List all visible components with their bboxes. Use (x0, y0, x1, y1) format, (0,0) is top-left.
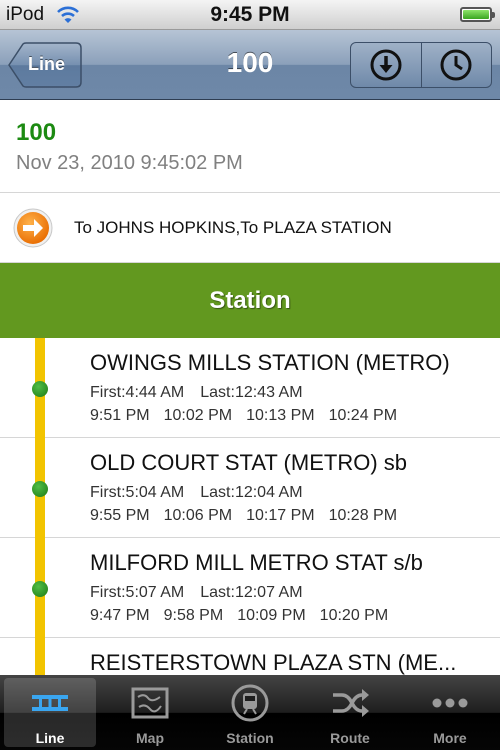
schedule-button[interactable] (420, 43, 492, 87)
stop-marker-icon (32, 581, 48, 597)
stop-marker-icon (32, 381, 48, 397)
list-item[interactable]: OWINGS MILLS STATION (METRO) First:4:44 … (0, 338, 500, 438)
section-header: Station (0, 263, 500, 338)
first-last-times: First:4:44 AM Last:12:43 AM (90, 384, 303, 402)
tab-label: Route (330, 730, 370, 746)
status-bar: iPod 9:45 PM (0, 0, 500, 30)
route-line (35, 638, 45, 675)
departure-time: 10:09 PM (237, 607, 306, 624)
route-timestamp: Nov 23, 2010 9:45:02 PM (16, 152, 243, 174)
route-icon (333, 689, 369, 717)
last-time: Last:12:04 AM (200, 484, 303, 501)
list-item[interactable]: REISTERSTOWN PLAZA STN (ME... (0, 638, 500, 675)
stop-marker-icon (32, 481, 48, 497)
more-icon (432, 698, 468, 708)
station-name: OLD COURT STAT (METRO) sb (90, 450, 407, 475)
clock-icon (440, 49, 472, 81)
tab-more[interactable]: More (400, 675, 500, 750)
map-icon (131, 687, 169, 719)
departure-time: 10:17 PM (246, 507, 315, 524)
direction-text: To JOHNS HOPKINS,To PLAZA STATION (74, 218, 392, 237)
station-name: REISTERSTOWN PLAZA STN (ME... (90, 650, 457, 675)
upcoming-times: 9:47 PM 9:58 PM 10:09 PM 10:20 PM (90, 607, 402, 625)
tab-label: Map (136, 730, 164, 746)
station-name: MILFORD MILL METRO STAT s/b (90, 550, 423, 575)
tab-label: More (433, 730, 467, 746)
first-time: First:4:44 AM (90, 384, 185, 401)
departure-time: 9:55 PM (90, 507, 150, 524)
departure-time: 10:13 PM (246, 407, 315, 424)
list-item[interactable]: OLD COURT STAT (METRO) sb First:5:04 AM L… (0, 438, 500, 538)
station-icon (231, 684, 269, 722)
section-title: Station (209, 286, 291, 314)
tab-label: Station (226, 730, 274, 746)
tab-route[interactable]: Route (300, 675, 400, 750)
tab-station[interactable]: Station (200, 675, 300, 750)
navigation-bar: Line 100 (0, 30, 500, 100)
tab-map[interactable]: Map (100, 675, 200, 750)
line-icon (32, 695, 68, 711)
back-button-label: Line (28, 54, 66, 74)
battery-icon (460, 7, 495, 22)
route-number: 100 (16, 119, 57, 146)
upcoming-times: 9:51 PM 10:02 PM 10:13 PM 10:24 PM (90, 407, 411, 425)
download-button[interactable] (351, 43, 421, 87)
upcoming-times: 9:55 PM 10:06 PM 10:17 PM 10:28 PM (90, 507, 411, 525)
back-button[interactable]: Line (8, 42, 82, 88)
departure-time: 10:24 PM (328, 407, 398, 424)
route-info: 100 Nov 23, 2010 9:45:02 PM (0, 100, 500, 193)
last-time: Last:12:43 AM (200, 384, 303, 401)
departure-time: 10:20 PM (319, 607, 389, 624)
list-item[interactable]: MILFORD MILL METRO STAT s/b First:5:07 A… (0, 538, 500, 638)
direction-row[interactable]: To JOHNS HOPKINS,To PLAZA STATION (0, 193, 500, 263)
nav-segmented-control (350, 42, 492, 88)
arrow-right-icon (13, 208, 53, 248)
station-list[interactable]: OWINGS MILLS STATION (METRO) First:4:44 … (0, 338, 500, 675)
download-icon (370, 49, 402, 81)
tab-bar: Line Map Station Route More (0, 675, 500, 750)
departure-time: 10:28 PM (328, 507, 398, 524)
station-name: OWINGS MILLS STATION (METRO) (90, 350, 450, 375)
departure-time: 9:58 PM (163, 607, 224, 624)
tab-label: Line (35, 730, 65, 746)
departure-time: 10:02 PM (163, 407, 233, 424)
tab-line[interactable]: Line (0, 675, 100, 750)
first-time: First:5:07 AM (90, 584, 185, 601)
departure-time: 9:51 PM (90, 407, 150, 424)
last-time: Last:12:07 AM (200, 584, 303, 601)
first-last-times: First:5:04 AM Last:12:04 AM (90, 484, 303, 502)
departure-time: 9:47 PM (90, 607, 150, 624)
first-last-times: First:5:07 AM Last:12:07 AM (90, 584, 303, 602)
departure-time: 10:06 PM (163, 507, 233, 524)
clock: 9:45 PM (210, 3, 290, 26)
first-time: First:5:04 AM (90, 484, 185, 501)
